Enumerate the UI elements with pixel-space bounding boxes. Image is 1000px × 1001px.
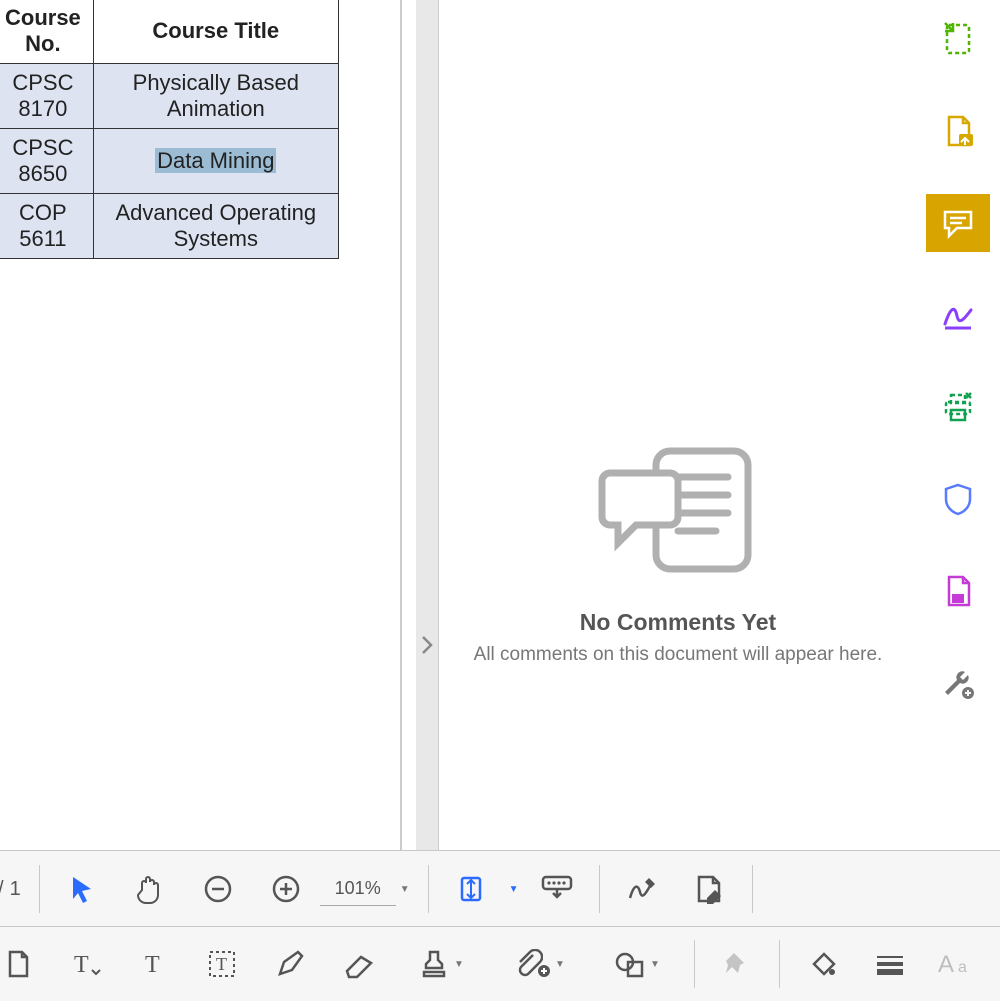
- chevron-right-icon: [420, 635, 434, 655]
- svg-text:T: T: [74, 952, 89, 978]
- highlighted-text: Data Mining: [155, 148, 276, 173]
- collapse-panel-button[interactable]: [420, 635, 434, 660]
- plus-badge-icon: [537, 964, 551, 978]
- print-production-icon: [941, 390, 975, 424]
- export-pdf-button[interactable]: [926, 102, 990, 160]
- zoom-out-button[interactable]: [194, 865, 242, 913]
- protect-button[interactable]: [926, 470, 990, 528]
- pan-tool-button[interactable]: [126, 865, 174, 913]
- more-tools-button[interactable]: [926, 654, 990, 712]
- hand-icon: [133, 872, 167, 906]
- eraser-button[interactable]: [334, 940, 382, 988]
- text-box-icon: T: [206, 948, 238, 980]
- text-box-button[interactable]: T: [198, 940, 246, 988]
- export-pdf-icon: [941, 114, 975, 148]
- text-icon: T: [140, 950, 168, 978]
- add-text-button[interactable]: T: [130, 940, 178, 988]
- paint-bucket-icon: [806, 948, 838, 980]
- compress-page-icon: [941, 22, 975, 56]
- svg-text:T: T: [145, 952, 160, 978]
- course-table: Course No. Course Title CPSC 8170 Physic…: [0, 0, 339, 259]
- table-row: CPSC 8170 Physically Based Animation: [0, 64, 338, 129]
- edit-document-icon: [693, 874, 727, 904]
- zoom-in-icon: [270, 873, 302, 905]
- no-comments-subtext: All comments on this document will appea…: [474, 642, 883, 668]
- fit-page-button[interactable]: [447, 865, 495, 913]
- svg-text:T: T: [216, 954, 227, 974]
- cell-course-title[interactable]: Data Mining: [93, 129, 338, 194]
- pencil-draw-button[interactable]: [266, 940, 314, 988]
- edit-document-button[interactable]: [686, 865, 734, 913]
- pin-icon: [722, 949, 752, 979]
- cell-course-no: CPSC 8650: [0, 129, 93, 194]
- fill-color-button[interactable]: [798, 940, 846, 988]
- header-course-title: Course Title: [93, 0, 338, 64]
- comment-icon: [941, 206, 975, 240]
- view-toolbar: / 1 ▼ ▼: [0, 850, 1000, 927]
- text-markup-button[interactable]: T: [62, 940, 110, 988]
- annotate-toolbar: T T T ▼ ▼ ▼ Aa: [0, 926, 1000, 1001]
- read-mode-button[interactable]: [533, 865, 581, 913]
- text-with-cursor-icon: T: [70, 948, 102, 980]
- select-tool-button[interactable]: [58, 865, 106, 913]
- fit-page-icon: [455, 873, 487, 905]
- page-separator: /: [0, 878, 4, 901]
- zoom-level-input[interactable]: [320, 872, 396, 906]
- attach-button[interactable]: ▼: [500, 940, 578, 988]
- no-comments-heading: No Comments Yet: [580, 609, 776, 636]
- svg-text:a: a: [958, 959, 967, 976]
- print-production-button[interactable]: [926, 378, 990, 436]
- svg-text:A: A: [938, 951, 954, 978]
- stamp-icon: [418, 948, 450, 980]
- page-total: 1: [10, 878, 21, 901]
- comment-tool-button[interactable]: [926, 194, 990, 252]
- header-course-no: Course No.: [0, 0, 93, 64]
- font-icon: Aa: [938, 950, 978, 978]
- zoom-dropdown[interactable]: ▼: [400, 884, 410, 895]
- pencil-icon: [274, 948, 306, 980]
- table-row: CPSC 8650 Data Mining: [0, 129, 338, 194]
- more-tools-icon: [941, 666, 975, 700]
- line-weight-icon: [874, 952, 906, 976]
- shapes-button[interactable]: ▼: [598, 940, 676, 988]
- fit-dropdown[interactable]: ▼: [509, 884, 519, 895]
- pen-sign-icon: [625, 874, 659, 904]
- quick-sign-button[interactable]: [618, 865, 666, 913]
- tool-rail: [916, 0, 1000, 860]
- panel-gutter: [416, 0, 439, 850]
- save-icon: [941, 574, 975, 608]
- zoom-out-icon: [202, 873, 234, 905]
- read-mode-icon: [540, 874, 574, 904]
- fill-sign-button[interactable]: [926, 286, 990, 344]
- zoom-in-button[interactable]: [262, 865, 310, 913]
- file-text-icon: [3, 949, 33, 979]
- cell-course-no: CPSC 8170: [0, 64, 93, 129]
- line-weight-button[interactable]: [866, 940, 914, 988]
- compress-page-button[interactable]: [926, 10, 990, 68]
- cursor-icon: [67, 874, 97, 904]
- no-comments-illustration-icon: [598, 443, 758, 583]
- stamp-button[interactable]: ▼: [402, 940, 480, 988]
- table-row: COP 5611 Advanced Operating Systems: [0, 194, 338, 259]
- protect-icon: [941, 482, 975, 516]
- text-comment-button[interactable]: [0, 940, 42, 988]
- eraser-icon: [341, 949, 375, 979]
- cell-course-title: Physically Based Animation: [93, 64, 338, 129]
- panel-divider: [400, 0, 402, 850]
- sign-icon: [941, 298, 975, 332]
- cell-course-title: Advanced Operating Systems: [93, 194, 338, 259]
- font-button[interactable]: Aa: [934, 940, 982, 988]
- comments-panel: No Comments Yet All comments on this doc…: [440, 0, 916, 850]
- save-button[interactable]: [926, 562, 990, 620]
- cell-course-no: COP 5611: [0, 194, 93, 259]
- shapes-icon: [614, 948, 646, 980]
- pin-button[interactable]: [713, 940, 761, 988]
